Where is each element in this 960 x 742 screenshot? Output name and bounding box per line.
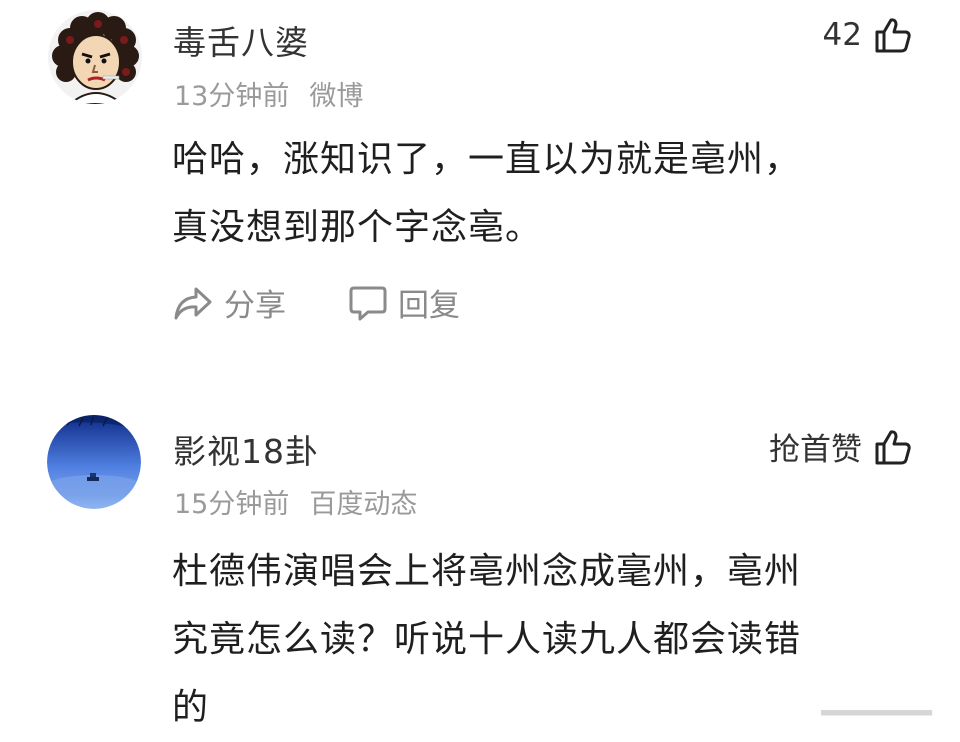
user-avatar[interactable] xyxy=(47,415,141,509)
cartoon-face-avatar-icon xyxy=(48,10,142,104)
source-label: 微博 xyxy=(309,81,364,112)
like-button[interactable]: 42 xyxy=(823,16,912,54)
timestamp: 15分钟前 xyxy=(174,489,290,520)
reply-label: 回复 xyxy=(398,288,460,324)
share-arrow-icon xyxy=(174,287,212,319)
comment-meta: 15分钟前 百度动态 xyxy=(174,482,417,521)
username[interactable]: 毒舌八婆 xyxy=(173,16,309,64)
speech-bubble-icon xyxy=(349,286,387,320)
share-label: 分享 xyxy=(224,288,286,324)
timestamp: 13分钟前 xyxy=(174,81,290,112)
thumbs-up-icon xyxy=(875,18,911,53)
comment-text-line: 的 xyxy=(172,687,210,728)
comment-text-line: 真没想到那个字念亳。 xyxy=(172,207,543,248)
comment-actions: 分享 回复 xyxy=(172,280,522,325)
username[interactable]: 影视18卦 xyxy=(173,425,319,473)
like-prompt: 抢首赞 xyxy=(769,432,862,468)
comment-meta: 13分钟前 微博 xyxy=(174,74,363,113)
reply-button[interactable]: 回复 xyxy=(348,280,460,325)
user-avatar[interactable] xyxy=(48,10,142,104)
comment-text: 杜德伟演唱会上将亳州念成毫州，亳州 究竟怎么读？听说十人读九人都会读错 的 xyxy=(172,538,912,742)
like-count: 42 xyxy=(822,17,862,53)
like-button[interactable]: 抢首赞 xyxy=(769,424,912,469)
beach-sky-avatar-icon xyxy=(47,415,141,509)
comment-text: 哈哈，涨知识了，一直以为就是亳州， 真没想到那个字念亳。 xyxy=(172,126,912,262)
thumbs-up-icon xyxy=(875,429,911,464)
watermark: ▂▂▂▂▂▂▂▂ xyxy=(821,695,932,716)
share-button[interactable]: 分享 xyxy=(172,280,286,325)
comment-text-line: 哈哈，涨知识了，一直以为就是亳州， xyxy=(172,139,802,180)
source-label: 百度动态 xyxy=(309,489,418,520)
comment-text-line: 究竟怎么读？听说十人读九人都会读错 xyxy=(172,619,802,660)
comment-text-line: 杜德伟演唱会上将亳州念成毫州，亳州 xyxy=(172,551,802,592)
